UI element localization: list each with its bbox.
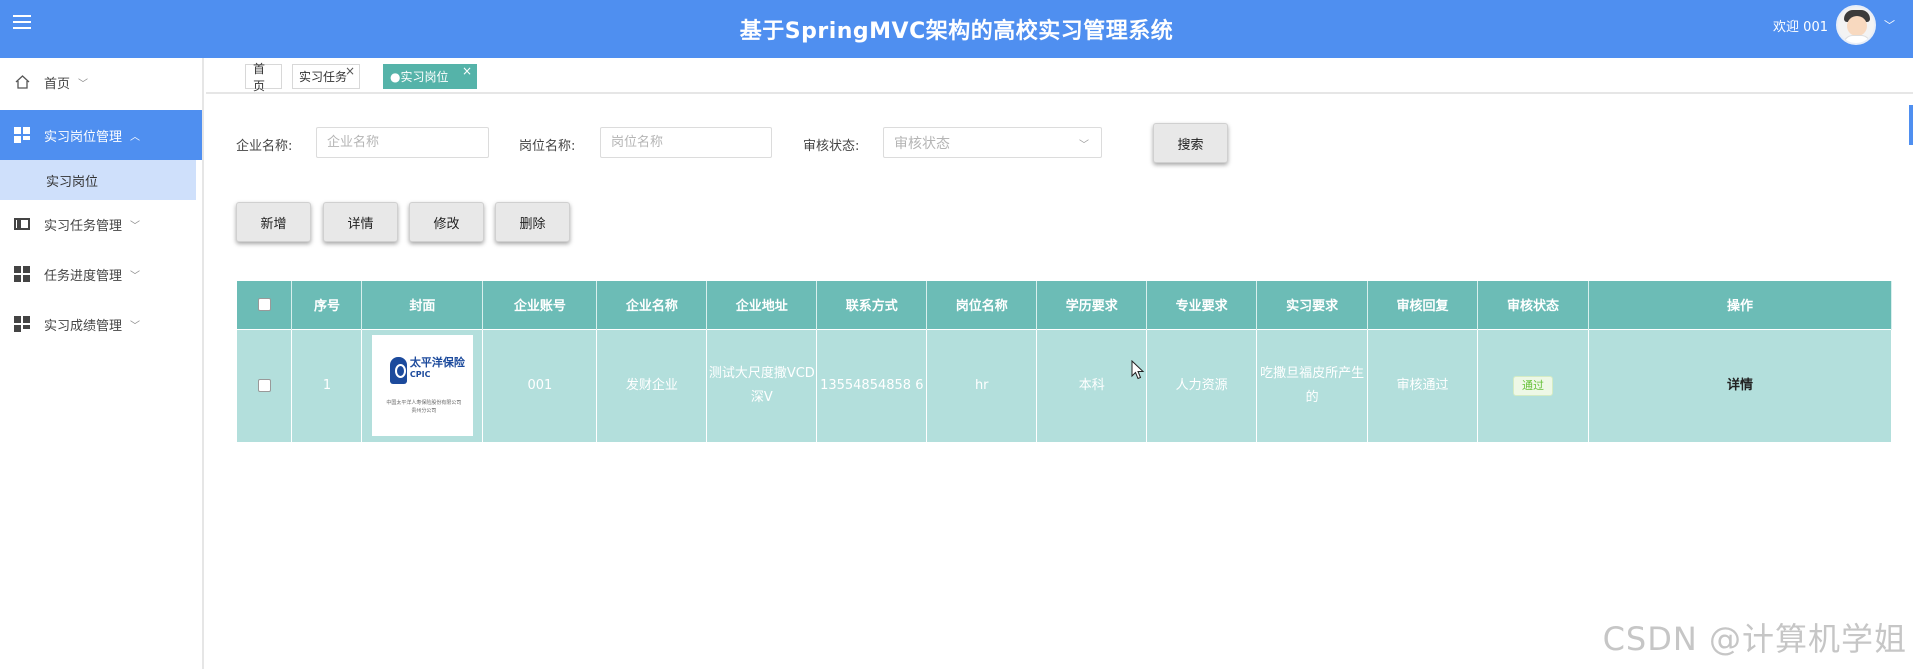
cell-cover: 太平洋保险 CPIC 中国太平洋人寿保险股份有限公司 贵州分公司: [361, 328, 484, 442]
cell-reply: 审核通过: [1367, 328, 1479, 442]
top-header: 基于SpringMVC架构的高校实习管理系统 欢迎 001 ﹀: [0, 0, 1913, 58]
sidebar-item-score-management[interactable]: 实习成绩管理 ﹀: [0, 300, 202, 348]
film-icon: [14, 216, 30, 232]
position-name-input[interactable]: [600, 127, 772, 158]
dashboard-icon: [14, 316, 30, 332]
company-name-label: 企业名称:: [236, 139, 293, 154]
tab-label: ●实习岗位: [390, 70, 449, 84]
table-row[interactable]: 1 太平洋保险 CPIC 中国太平洋人寿保险股份有限公司 贵州分公司 001 发…: [237, 328, 1893, 442]
chevron-down-icon: ﹀: [130, 220, 141, 232]
sidebar: 首页 ﹀ 实习岗位管理 ︿ 实习岗位 实习任务管理 ﹀ 任务进度管理 ﹀ 实习成…: [0, 58, 204, 669]
watermark: CSDN @计算机学姐: [1602, 620, 1907, 658]
scroll-indicator: [1909, 105, 1913, 145]
add-button[interactable]: 新增: [236, 202, 311, 242]
tab-label: 实习任务: [299, 70, 348, 84]
close-icon[interactable]: ×: [462, 64, 472, 78]
tab-home[interactable]: 首页: [245, 62, 282, 93]
select-placeholder: 审核状态: [894, 135, 950, 152]
dashboard-icon: [14, 127, 30, 143]
table-header-row: 序号 封面 企业账号 企业名称 企业地址 联系方式 岗位名称 学历要求 专业要求…: [237, 281, 1893, 329]
cell-company: 发财企业: [596, 328, 708, 442]
chevron-down-icon[interactable]: ﹀: [1884, 17, 1895, 33]
sidebar-item-task-management[interactable]: 实习任务管理 ﹀: [0, 200, 202, 248]
column-header: 操作: [1588, 281, 1893, 329]
column-header: 专业要求: [1146, 281, 1258, 329]
sidebar-item-position-management[interactable]: 实习岗位管理 ︿: [0, 110, 202, 160]
row-checkbox[interactable]: [257, 378, 271, 392]
column-header: 审核状态: [1477, 281, 1589, 329]
sidebar-subitem-position[interactable]: 实习岗位: [0, 160, 196, 200]
delete-button[interactable]: 删除: [495, 202, 570, 242]
tabs-bar: 首页 实习任务 × ●实习岗位 ×: [206, 58, 1913, 94]
column-header: 岗位名称: [926, 281, 1038, 329]
close-icon[interactable]: ×: [345, 64, 355, 78]
app-title: 基于SpringMVC架构的高校实习管理系统: [739, 19, 1174, 44]
column-header: 企业账号: [482, 281, 598, 329]
cover-fine-print: 中国太平洋人寿保险股份有限公司 贵州分公司: [386, 400, 462, 415]
cover-brand-cn: 太平洋保险: [409, 356, 465, 370]
column-header: 序号: [291, 281, 363, 329]
search-button[interactable]: 搜索: [1153, 123, 1228, 163]
column-header: 学历要求: [1036, 281, 1148, 329]
company-name-input[interactable]: [316, 127, 489, 158]
cover-brand-en: CPIC: [409, 370, 431, 380]
cover-image: 太平洋保险 CPIC 中国太平洋人寿保险股份有限公司 贵州分公司: [371, 335, 473, 437]
detail-link[interactable]: 详情: [1588, 328, 1893, 442]
cell-position: hr: [926, 328, 1038, 442]
select-all-cell[interactable]: [237, 281, 293, 329]
column-header: 实习要求: [1256, 281, 1369, 329]
column-header: 企业名称: [596, 281, 708, 329]
cell-address: 测试大尺度撒VCD深V: [706, 328, 818, 442]
select-all-checkbox[interactable]: [257, 298, 271, 312]
avatar[interactable]: [1836, 5, 1876, 45]
sidebar-item-label: 实习任务管理: [44, 218, 123, 234]
audit-status-select[interactable]: 审核状态 ﹀: [883, 127, 1102, 158]
user-menu[interactable]: 欢迎 001 ﹀: [1773, 5, 1895, 45]
cell-phone: 13554854858 6: [816, 328, 928, 442]
audit-status-label: 审核状态:: [803, 139, 860, 154]
row-select-cell[interactable]: [237, 328, 293, 442]
column-header: 企业地址: [706, 281, 818, 329]
chevron-down-icon: ﹀: [78, 78, 89, 90]
detail-button[interactable]: 详情: [323, 202, 398, 242]
sidebar-item-label: 首页: [44, 76, 71, 92]
cell-index: 1: [291, 328, 363, 442]
column-header: 封面: [361, 281, 484, 329]
tab-tasks[interactable]: 实习任务 ×: [292, 64, 360, 89]
chevron-down-icon: ﹀: [1079, 140, 1089, 151]
position-name-label: 岗位名称:: [519, 139, 576, 154]
grid-icon: [14, 266, 30, 282]
cell-education: 本科: [1036, 328, 1148, 442]
cell-major: 人力资源: [1146, 328, 1258, 442]
sidebar-item-home[interactable]: 首页 ﹀: [0, 58, 202, 106]
sidebar-item-label: 实习成绩管理: [44, 318, 123, 334]
chevron-up-icon: ︿: [130, 131, 141, 143]
welcome-text: 欢迎 001: [1773, 19, 1828, 35]
cell-requirement: 吃撒旦福皮所产生的: [1256, 328, 1369, 442]
position-table: 序号 封面 企业账号 企业名称 企业地址 联系方式 岗位名称 学历要求 专业要求…: [237, 281, 1893, 442]
cpic-logo-icon: [389, 357, 407, 385]
column-header: 审核回复: [1367, 281, 1479, 329]
sidebar-item-label: 实习岗位管理: [44, 129, 123, 145]
chevron-down-icon: ﹀: [130, 270, 141, 282]
chevron-down-icon: ﹀: [130, 320, 141, 332]
home-icon: [14, 74, 30, 90]
cell-status: 通过: [1477, 328, 1589, 442]
mouse-cursor-icon: [1131, 360, 1145, 380]
tab-label: 首页: [253, 61, 266, 93]
sidebar-item-progress-management[interactable]: 任务进度管理 ﹀: [0, 250, 202, 298]
sidebar-item-label: 任务进度管理: [44, 268, 123, 284]
edit-button[interactable]: 修改: [409, 202, 484, 242]
status-badge: 通过: [1513, 375, 1553, 396]
tab-positions[interactable]: ●实习岗位 ×: [383, 64, 477, 89]
cell-account: 001: [482, 328, 598, 442]
column-header: 联系方式: [816, 281, 928, 329]
